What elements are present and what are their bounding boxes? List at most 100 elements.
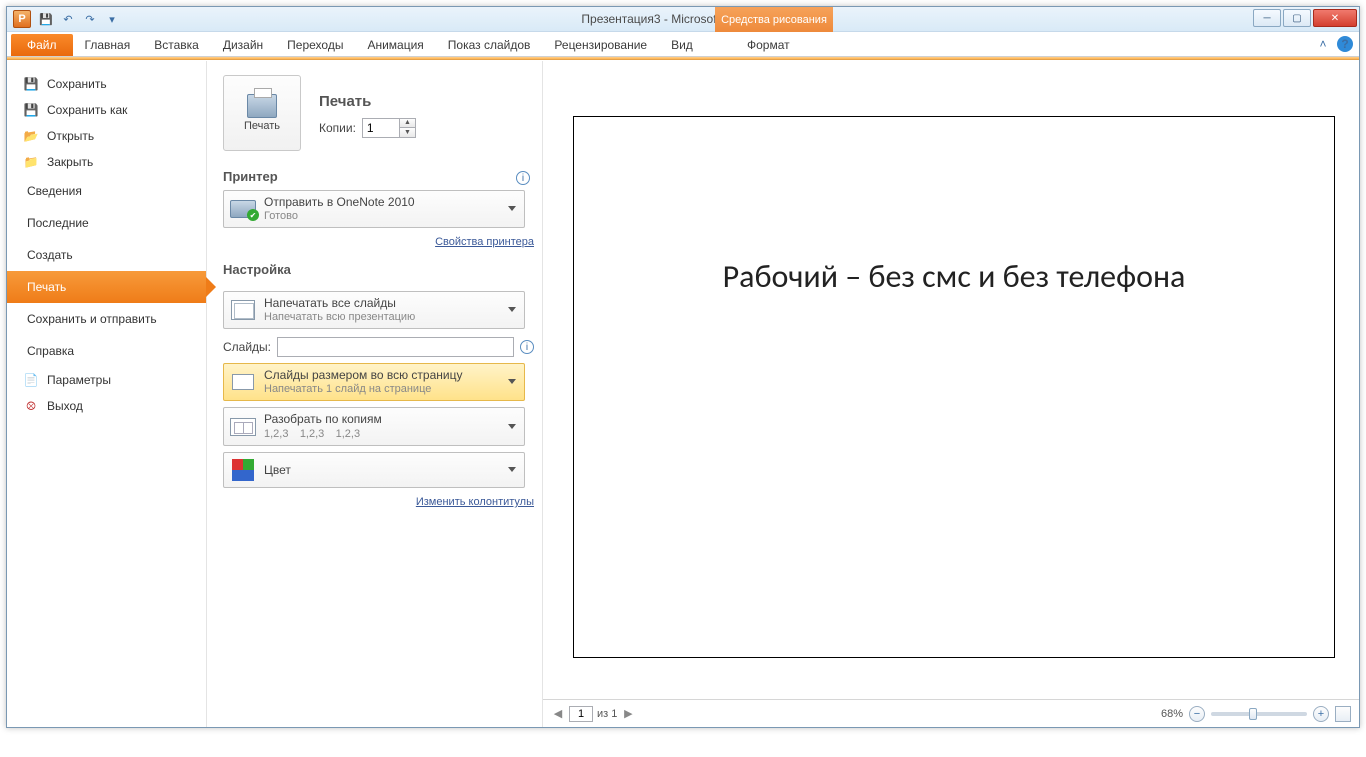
sidebar-item-saveas[interactable]: 💾 Сохранить как bbox=[7, 97, 206, 123]
ribbon-tabs: Файл Главная Вставка Дизайн Переходы Ани… bbox=[7, 32, 1359, 57]
print-settings-panel: Печать Печать Копии: ▲ ▼ bbox=[207, 61, 543, 727]
printer-heading: Принтер bbox=[223, 169, 278, 184]
sidebar-label: Печать bbox=[27, 280, 66, 294]
print-button-label: Печать bbox=[244, 120, 280, 132]
tab-review[interactable]: Рецензирование bbox=[542, 34, 659, 56]
sidebar-item-close[interactable]: 📁 Закрыть bbox=[7, 149, 206, 175]
next-page-button[interactable]: ▶ bbox=[621, 707, 635, 721]
sidebar-label: Сведения bbox=[27, 184, 82, 198]
tab-view[interactable]: Вид bbox=[659, 34, 705, 56]
sidebar-item-save[interactable]: 💾 Сохранить bbox=[7, 71, 206, 97]
print-what-dropdown[interactable]: Напечатать все слайды Напечатать всю пре… bbox=[223, 291, 525, 329]
info-icon[interactable]: i bbox=[516, 171, 530, 185]
zoom-in-button[interactable]: + bbox=[1313, 706, 1329, 722]
print-heading: Печать bbox=[319, 93, 534, 110]
printer-status: Готово bbox=[264, 209, 415, 223]
help-icon[interactable]: ? bbox=[1337, 36, 1353, 52]
printer-dropdown[interactable]: Отправить в OneNote 2010 Готово bbox=[223, 190, 525, 228]
tab-slideshow[interactable]: Показ слайдов bbox=[436, 34, 543, 56]
sidebar-label: Параметры bbox=[47, 373, 111, 387]
close-button[interactable]: ✕ bbox=[1313, 9, 1357, 27]
copies-row: Копии: ▲ ▼ bbox=[319, 118, 534, 138]
qat-save-icon[interactable]: 💾 bbox=[37, 10, 55, 28]
fit-to-window-button[interactable] bbox=[1335, 706, 1351, 722]
color-dropdown[interactable]: Цвет bbox=[223, 452, 525, 488]
minimize-ribbon-icon[interactable]: ˄ bbox=[1315, 36, 1331, 52]
sidebar-item-help[interactable]: Справка bbox=[7, 335, 206, 367]
edit-header-footer-link[interactable]: Изменить колонтитулы bbox=[416, 496, 534, 508]
folder-close-icon: 📁 bbox=[23, 154, 39, 170]
sidebar-label: Сохранить bbox=[47, 77, 107, 91]
zoom-slider-thumb[interactable] bbox=[1249, 708, 1257, 720]
sidebar-item-options[interactable]: 📄 Параметры bbox=[7, 367, 206, 393]
sidebar-label: Выход bbox=[47, 399, 83, 413]
slides-range-input[interactable] bbox=[277, 337, 514, 357]
sidebar-label: Последние bbox=[27, 216, 89, 230]
page-number-input[interactable] bbox=[569, 706, 593, 722]
slides-stack-icon bbox=[230, 297, 256, 323]
tab-transitions[interactable]: Переходы bbox=[275, 34, 355, 56]
maximize-button[interactable]: ▢ bbox=[1283, 9, 1311, 27]
tab-file[interactable]: Файл bbox=[11, 34, 73, 56]
info-icon[interactable]: i bbox=[520, 340, 534, 354]
app-window: P 💾 ↶ ↷ ▾ Презентация3 - Microsoft Power… bbox=[6, 6, 1360, 728]
tab-format[interactable]: Формат bbox=[735, 34, 802, 56]
collate-seq: 1,2,3 bbox=[336, 428, 360, 440]
print-layout-dropdown[interactable]: Слайды размером во всю страницу Напечата… bbox=[223, 363, 525, 401]
sidebar-label: Открыть bbox=[47, 129, 94, 143]
zoom-out-button[interactable]: − bbox=[1189, 706, 1205, 722]
preview-slide: Рабочий – без смс и без телефона bbox=[573, 116, 1335, 658]
window-title: Презентация3 - Microsoft PowerPoint bbox=[7, 12, 1359, 26]
copies-spinner: ▲ ▼ bbox=[399, 119, 415, 137]
collate-dropdown[interactable]: Разобрать по копиям 1,2,3 1,2,3 1,2,3 bbox=[223, 407, 525, 446]
slide-text: Рабочий – без смс и без телефона bbox=[723, 255, 1186, 299]
tab-home[interactable]: Главная bbox=[73, 34, 143, 56]
sidebar-label: Сохранить как bbox=[47, 103, 127, 117]
chevron-down-icon bbox=[508, 467, 516, 472]
color-swatch-icon bbox=[230, 457, 256, 483]
sidebar-item-open[interactable]: 📂 Открыть bbox=[7, 123, 206, 149]
print-preview-pane: Рабочий – без смс и без телефона ◀ из 1 … bbox=[543, 61, 1359, 727]
printer-properties-link[interactable]: Свойства принтера bbox=[435, 236, 534, 248]
contextual-tab-drawing-tools: Средства рисования bbox=[715, 7, 833, 32]
collate-seq: 1,2,3 bbox=[300, 428, 324, 440]
tab-design[interactable]: Дизайн bbox=[211, 34, 275, 56]
preview-footer: ◀ из 1 ▶ 68% − + bbox=[543, 699, 1359, 727]
collate-seq: 1,2,3 bbox=[264, 428, 288, 440]
chevron-down-icon bbox=[508, 379, 516, 384]
sidebar-item-info[interactable]: Сведения bbox=[7, 175, 206, 207]
full-page-slide-icon bbox=[230, 369, 256, 395]
title-bar: P 💾 ↶ ↷ ▾ Презентация3 - Microsoft Power… bbox=[7, 7, 1359, 32]
zoom-percent: 68% bbox=[1161, 708, 1183, 720]
sidebar-item-exit[interactable]: ⮾ Выход bbox=[7, 393, 206, 419]
sidebar-item-new[interactable]: Создать bbox=[7, 239, 206, 271]
zoom-slider[interactable] bbox=[1211, 712, 1307, 716]
copies-input[interactable] bbox=[363, 121, 399, 135]
chevron-down-icon bbox=[508, 307, 516, 312]
layout-title: Слайды размером во всю страницу bbox=[264, 368, 462, 382]
qat-undo-icon[interactable]: ↶ bbox=[59, 10, 77, 28]
collate-icon bbox=[230, 414, 256, 440]
tab-animations[interactable]: Анимация bbox=[355, 34, 435, 56]
tab-insert[interactable]: Вставка bbox=[142, 34, 211, 56]
qat-redo-icon[interactable]: ↷ bbox=[81, 10, 99, 28]
qat-customize-icon[interactable]: ▾ bbox=[103, 10, 121, 28]
save-as-icon: 💾 bbox=[23, 102, 39, 118]
copies-input-wrapper: ▲ ▼ bbox=[362, 118, 416, 138]
quick-access-toolbar: 💾 ↶ ↷ ▾ bbox=[37, 10, 121, 28]
slides-label: Слайды: bbox=[223, 340, 271, 354]
printer-icon bbox=[247, 94, 277, 118]
prev-page-button[interactable]: ◀ bbox=[551, 707, 565, 721]
spinner-down-icon[interactable]: ▼ bbox=[399, 128, 415, 137]
page-of-label: из 1 bbox=[597, 708, 617, 720]
minimize-button[interactable]: ─ bbox=[1253, 9, 1281, 27]
sidebar-item-recent[interactable]: Последние bbox=[7, 207, 206, 239]
sidebar-item-share[interactable]: Сохранить и отправить bbox=[7, 303, 206, 335]
sidebar-item-print[interactable]: Печать bbox=[7, 271, 206, 303]
print-button[interactable]: Печать bbox=[223, 75, 301, 151]
window-controls: ─ ▢ ✕ bbox=[1253, 7, 1359, 27]
exit-icon: ⮾ bbox=[23, 398, 39, 414]
ribbon-right-controls: ˄ ? bbox=[1315, 36, 1353, 52]
spinner-up-icon[interactable]: ▲ bbox=[399, 119, 415, 128]
powerpoint-icon: P bbox=[13, 10, 31, 28]
